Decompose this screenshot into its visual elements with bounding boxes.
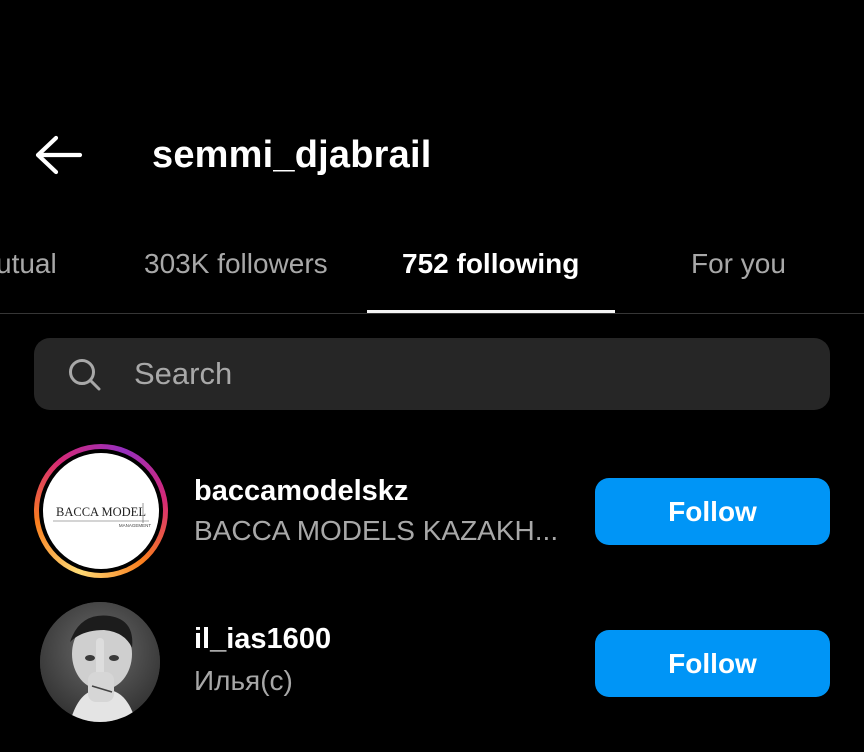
list-item[interactable]: BACCA MODEL MANAGEMENT baccamodelskz BAC…	[0, 444, 864, 594]
search-bar[interactable]	[34, 338, 830, 410]
tab-followers[interactable]: 303K followers	[144, 242, 328, 286]
svg-text:BACCA MODEL: BACCA MODEL	[56, 505, 146, 519]
search-icon	[69, 359, 101, 391]
top-header: semmi_djabrail	[0, 110, 864, 200]
bacca-model-logo: BACCA MODEL MANAGEMENT	[53, 503, 152, 528]
account-username[interactable]: baccamodelskz	[194, 472, 408, 510]
search-input[interactable]	[134, 352, 794, 396]
avatar: BACCA MODEL MANAGEMENT	[43, 453, 159, 569]
follow-button[interactable]: Follow	[595, 478, 830, 545]
account-full-name: BACCA MODELS KAZAKH...	[194, 515, 559, 546]
page-title: semmi_djabrail	[152, 134, 432, 176]
follow-button[interactable]: Follow	[595, 630, 830, 697]
avatar-photo	[40, 602, 160, 722]
list-item[interactable]: il_ias1600 Илья(с) Follow	[0, 602, 864, 752]
avatar-story-ring[interactable]: BACCA MODEL MANAGEMENT	[34, 444, 168, 578]
arrow-left-icon	[35, 135, 83, 175]
back-button[interactable]	[30, 132, 86, 178]
avatar[interactable]	[40, 602, 160, 722]
svg-text:MANAGEMENT: MANAGEMENT	[119, 523, 152, 528]
account-full-name: Илья(с)	[194, 665, 293, 696]
tab-for-you[interactable]: For you	[691, 242, 786, 286]
account-username[interactable]: il_ias1600	[194, 620, 331, 658]
tab-mutual[interactable]: utual	[0, 242, 57, 286]
tab-following[interactable]: 752 following	[402, 242, 579, 286]
tab-bar: utual 303K followers 752 following For y…	[0, 228, 864, 314]
tabs-divider	[0, 313, 864, 314]
